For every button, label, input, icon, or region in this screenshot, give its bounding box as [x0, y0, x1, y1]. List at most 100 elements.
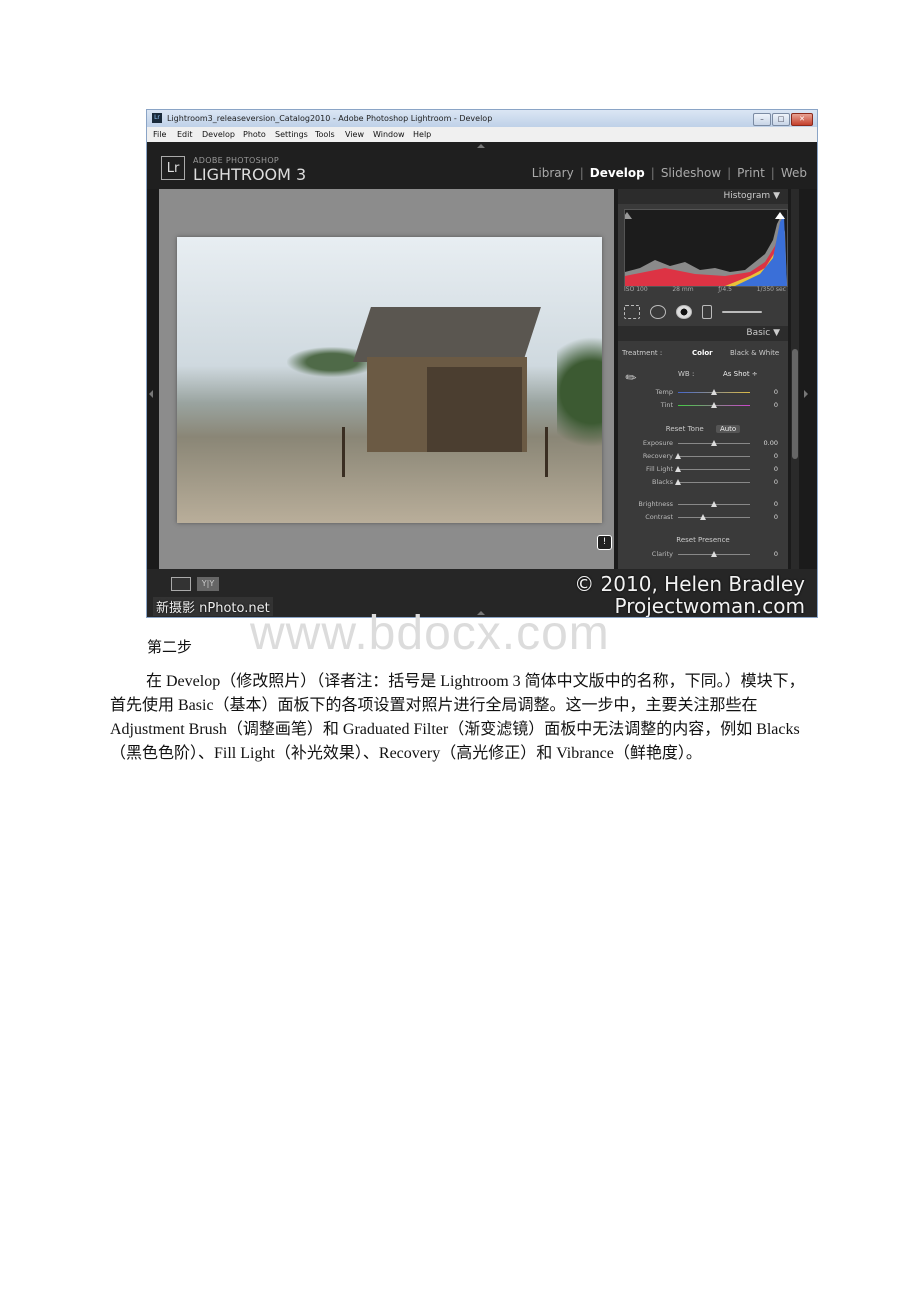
histogram-graph: [625, 212, 787, 286]
brightness-value[interactable]: 0: [774, 500, 778, 508]
graduated-filter-icon[interactable]: [702, 305, 712, 319]
menu-window[interactable]: Window: [373, 127, 405, 142]
hut-stilts: [342, 427, 548, 477]
hut-photo: [177, 237, 602, 523]
tool-strip: [624, 302, 786, 322]
clarity-knob[interactable]: [711, 551, 717, 557]
wb-eyedropper-icon[interactable]: ✎: [623, 366, 646, 389]
menu-develop[interactable]: Develop: [202, 127, 235, 142]
reset-tone-button[interactable]: Reset Tone: [666, 425, 704, 433]
fill-light-value[interactable]: 0: [774, 465, 778, 473]
spot-removal-icon[interactable]: [650, 305, 666, 319]
scrollbar-thumb[interactable]: [792, 349, 798, 459]
histogram-chart: [624, 209, 788, 287]
maximize-button[interactable]: □: [772, 113, 790, 126]
fill-light-slider[interactable]: Fill Light 0: [618, 465, 788, 475]
reset-tone-row: Reset Tone Auto: [618, 425, 788, 433]
tint-slider[interactable]: Tint 0: [618, 401, 788, 411]
contrast-knob[interactable]: [700, 514, 707, 520]
auto-tone-button[interactable]: Auto: [715, 425, 741, 433]
fill-light-track[interactable]: [678, 469, 750, 470]
info-icon[interactable]: !: [597, 535, 612, 550]
temp-slider[interactable]: Temp 0: [618, 388, 788, 398]
menu-edit[interactable]: Edit: [177, 127, 193, 142]
close-button[interactable]: ✕: [791, 113, 813, 126]
shadow-clip-icon[interactable]: [625, 212, 632, 219]
fill-light-label: Fill Light: [646, 465, 673, 473]
lightroom-logo: Lr: [161, 156, 185, 180]
step-caption: 第二步: [147, 638, 193, 656]
brightness-slider[interactable]: Brightness 0: [618, 500, 788, 510]
histogram-header[interactable]: Histogram ▼: [618, 189, 788, 204]
photo-canvas: !: [159, 189, 614, 569]
recovery-track[interactable]: [678, 456, 750, 457]
body-paragraph: 在 Develop（修改照片）（译者注：括号是 Lightroom 3 简体中文…: [110, 673, 805, 762]
highlight-clip-icon[interactable]: [775, 212, 785, 219]
treatment-row: Treatment : Color Black & White: [622, 349, 788, 361]
loupe-view-icon[interactable]: [171, 577, 191, 591]
lightroom-app-icon: Lr: [152, 113, 162, 123]
top-panel-toggle-icon[interactable]: [477, 144, 485, 148]
wb-select[interactable]: As Shot ÷: [723, 370, 758, 378]
iso-value: ISO 100: [624, 286, 648, 293]
recovery-value[interactable]: 0: [774, 452, 778, 460]
hut-roof: [353, 307, 541, 362]
temp-value[interactable]: 0: [774, 388, 778, 396]
clarity-slider[interactable]: Clarity 0: [618, 550, 788, 560]
recovery-knob[interactable]: [675, 453, 681, 459]
contrast-slider[interactable]: Contrast 0: [618, 513, 788, 523]
brand-small: ADOBE PHOTOSHOP: [193, 156, 280, 165]
recovery-slider[interactable]: Recovery 0: [618, 452, 788, 462]
blacks-slider[interactable]: Blacks 0: [618, 478, 788, 488]
module-library[interactable]: Library: [532, 166, 574, 180]
module-develop[interactable]: Develop: [590, 166, 645, 180]
focal-length: 28 mm: [672, 286, 694, 293]
module-separator: |: [727, 166, 732, 180]
foreground-tree: [557, 322, 602, 462]
adjustment-brush-icon[interactable]: [722, 311, 762, 313]
menu-view[interactable]: View: [345, 127, 364, 142]
temp-knob[interactable]: [711, 389, 717, 395]
module-web[interactable]: Web: [781, 166, 807, 180]
contrast-value[interactable]: 0: [774, 513, 778, 521]
brightness-knob[interactable]: [711, 501, 717, 507]
exposure-knob[interactable]: [711, 440, 717, 446]
red-eye-icon[interactable]: [676, 305, 692, 319]
module-separator: |: [650, 166, 655, 180]
fill-light-knob[interactable]: [675, 466, 681, 472]
before-after-view-icon[interactable]: Y|Y: [197, 577, 219, 591]
minimize-button[interactable]: –: [753, 113, 771, 126]
blacks-value[interactable]: 0: [774, 478, 778, 486]
treatment-label: Treatment :: [622, 349, 663, 357]
exposure-value[interactable]: 0.00: [764, 439, 778, 447]
copyright-line-1: © 2010, Helen Bradley: [574, 572, 805, 596]
clarity-value[interactable]: 0: [774, 550, 778, 558]
blacks-track[interactable]: [678, 482, 750, 483]
contrast-label: Contrast: [645, 513, 673, 521]
treatment-color-button[interactable]: Color: [692, 349, 713, 357]
crop-icon[interactable]: [624, 305, 640, 319]
shutter-speed: 1/350 sec: [756, 286, 786, 293]
module-print[interactable]: Print: [737, 166, 765, 180]
module-slideshow[interactable]: Slideshow: [661, 166, 721, 180]
exposure-slider[interactable]: Exposure 0.00: [618, 439, 788, 449]
basic-header[interactable]: Basic ▼: [618, 326, 788, 341]
right-panel-toggle-icon[interactable]: [804, 390, 808, 398]
left-panel-toggle-icon[interactable]: [149, 390, 153, 398]
right-panel: Histogram ▼ ISO 100 28 mm ƒ/4.5 1/350 se…: [618, 189, 788, 569]
blacks-knob[interactable]: [675, 479, 681, 485]
panel-scrollbar[interactable]: [791, 189, 799, 569]
menu-file[interactable]: File: [153, 127, 166, 142]
menu-tools[interactable]: Tools: [315, 127, 335, 142]
tint-value[interactable]: 0: [774, 401, 778, 409]
reset-presence-button[interactable]: Reset Presence: [618, 536, 788, 544]
treatment-bw-button[interactable]: Black & White: [730, 349, 779, 357]
menu-settings[interactable]: Settings: [275, 127, 308, 142]
menu-bar: File Edit Develop Photo Settings Tools V…: [147, 127, 817, 143]
tint-knob[interactable]: [711, 402, 717, 408]
menu-help[interactable]: Help: [413, 127, 431, 142]
contrast-track[interactable]: [678, 517, 750, 518]
tint-label: Tint: [660, 401, 673, 409]
recovery-label: Recovery: [642, 452, 673, 460]
menu-photo[interactable]: Photo: [243, 127, 266, 142]
